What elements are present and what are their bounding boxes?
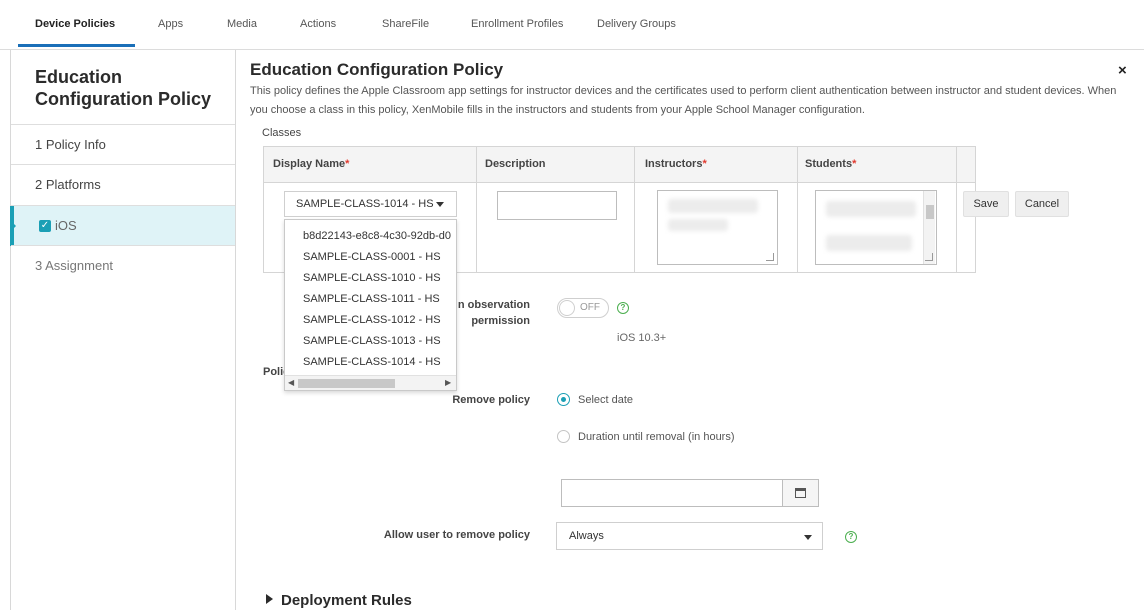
column-instructors: Instructors* (645, 158, 707, 170)
tab-device-policies[interactable]: Device Policies (35, 18, 115, 30)
page-description: This policy defines the Apple Classroom … (250, 85, 1117, 116)
checkbox-checked-icon[interactable]: ✓ (39, 220, 51, 232)
dropdown-option[interactable]: b8d22143-e8c8-4c30-92db-d0 (303, 230, 451, 242)
resize-grip-icon[interactable] (766, 253, 774, 261)
page-title: Education Configuration Policy (250, 60, 504, 79)
scroll-right-icon[interactable]: ▶ (445, 378, 451, 387)
instructor-entry (668, 199, 758, 213)
deployment-rules-label: Deployment Rules (281, 592, 412, 609)
toggle-knob (559, 300, 575, 316)
help-icon[interactable]: ? (845, 531, 857, 543)
sidebar-step-ios-label: iOS (55, 218, 77, 233)
calendar-button[interactable] (783, 479, 819, 507)
wizard-sidebar: Education Configuration Policy 1 Policy … (10, 50, 236, 610)
save-button[interactable]: Save (963, 191, 1009, 217)
chevron-down-icon (804, 535, 812, 540)
student-entry (826, 235, 912, 251)
students-textarea[interactable] (815, 190, 937, 265)
sidebar-step-platforms[interactable]: 2 Platforms (11, 164, 235, 204)
active-tab-indicator (18, 44, 135, 47)
scroll-left-icon[interactable]: ◀ (288, 378, 294, 387)
column-display-name: Display Name* (273, 158, 350, 170)
observation-label-line1: n observation (457, 299, 530, 311)
dropdown-option[interactable]: SAMPLE-CLASS-1012 - HS (303, 314, 441, 326)
caret-right-icon (266, 594, 273, 604)
horizontal-scrollbar[interactable]: ◀ ▶ (285, 375, 456, 390)
tab-actions[interactable]: Actions (300, 18, 336, 30)
cancel-button[interactable]: Cancel (1015, 191, 1069, 217)
dropdown-option[interactable]: SAMPLE-CLASS-1014 - HS (303, 356, 441, 368)
ios-version-note: iOS 10.3+ (617, 332, 667, 344)
observation-label-line2: permission (471, 315, 530, 327)
active-step-notch (10, 220, 16, 232)
select-date-label: Select date (578, 394, 634, 406)
top-navigation: Device Policies Apps Media Actions Share… (0, 0, 1144, 50)
column-divider (634, 147, 635, 272)
duration-label: Duration until removal (in hours) (578, 431, 735, 443)
allow-remove-label: Allow user to remove policy (383, 529, 530, 541)
date-input[interactable] (561, 479, 783, 507)
tab-delivery-groups[interactable]: Delivery Groups (597, 18, 676, 30)
observation-toggle[interactable]: OFF (557, 298, 609, 318)
scrollbar-thumb[interactable] (298, 379, 395, 388)
tab-sharefile[interactable]: ShareFile (382, 18, 429, 30)
allow-remove-value: Always (569, 530, 604, 542)
dropdown-option[interactable]: SAMPLE-CLASS-1011 - HS (303, 293, 440, 305)
resize-grip-icon[interactable] (925, 253, 933, 261)
dropdown-option[interactable]: SAMPLE-CLASS-1010 - HS (303, 272, 441, 284)
selected-class-value: SAMPLE-CLASS-1014 - HS (296, 198, 434, 210)
scrollbar-thumb[interactable] (926, 205, 934, 219)
sidebar-step-ios[interactable]: ✓ iOS (10, 205, 235, 246)
column-divider (956, 147, 957, 272)
toggle-state-label: OFF (580, 302, 600, 313)
tab-apps[interactable]: Apps (158, 18, 183, 30)
column-divider (476, 147, 477, 272)
column-students: Students* (805, 158, 857, 170)
description-input[interactable] (497, 191, 617, 220)
radio-duration[interactable] (557, 430, 570, 443)
allow-remove-select[interactable]: Always (556, 522, 823, 550)
sidebar-title: Education Configuration Policy (35, 67, 212, 109)
deployment-rules-toggle[interactable]: Deployment Rules (266, 592, 412, 609)
remove-policy-label: Remove policy (452, 394, 530, 406)
sidebar-step-assignment[interactable]: 3 Assignment (11, 245, 235, 285)
column-description: Description (485, 158, 546, 170)
calendar-icon (795, 488, 806, 498)
classes-table-header: Display Name* Description Instructors* S… (264, 147, 975, 183)
class-dropdown-list[interactable]: b8d22143-e8c8-4c30-92db-d0 SAMPLE-CLASS-… (284, 219, 457, 391)
dropdown-option[interactable]: SAMPLE-CLASS-1013 - HS (303, 335, 441, 347)
instructor-entry (668, 219, 728, 231)
classes-label: Classes (262, 127, 302, 139)
display-name-select[interactable]: SAMPLE-CLASS-1014 - HS (284, 191, 457, 217)
tab-media[interactable]: Media (227, 18, 257, 30)
close-icon[interactable]: × (1118, 62, 1127, 79)
sidebar-step-policy-info[interactable]: 1 Policy Info (11, 124, 235, 164)
chevron-down-icon (436, 202, 444, 207)
student-entry (826, 201, 916, 217)
radio-select-date[interactable] (557, 393, 570, 406)
help-icon[interactable]: ? (617, 302, 629, 314)
tab-enrollment-profiles[interactable]: Enrollment Profiles (471, 18, 563, 30)
instructors-textarea[interactable] (657, 190, 778, 265)
column-divider (797, 147, 798, 272)
dropdown-option[interactable]: SAMPLE-CLASS-0001 - HS (303, 251, 441, 263)
